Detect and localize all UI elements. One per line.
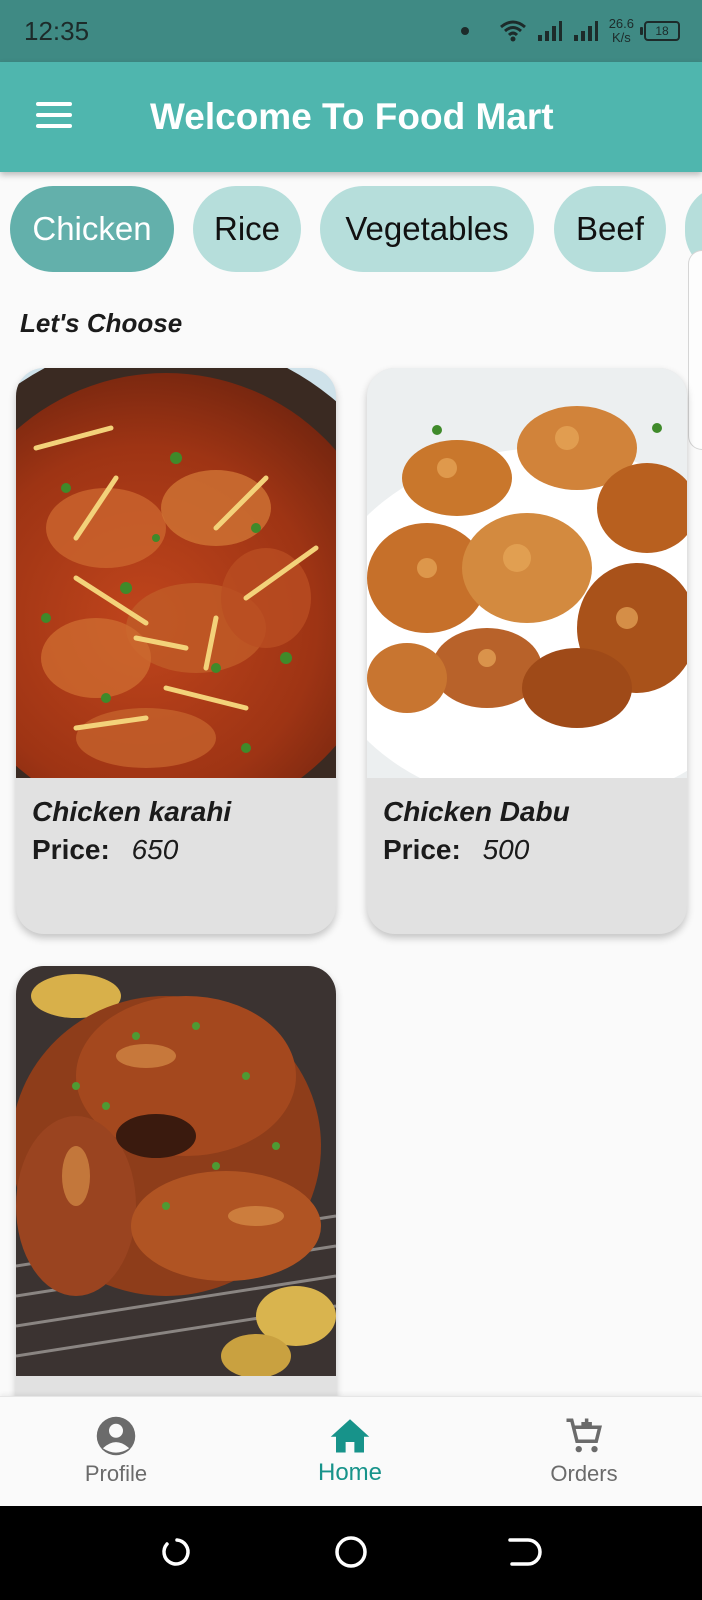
status-icons: 26.6 K/s 18 [460, 14, 680, 48]
product-name: Chicken karahi [32, 796, 232, 827]
recents-icon[interactable] [157, 1530, 201, 1574]
category-chip-rice[interactable]: Rice [193, 186, 301, 272]
network-speed-value: 26.6 [608, 16, 634, 31]
category-chip-chicken[interactable]: Chicken [10, 186, 174, 272]
price-value: 500 [482, 834, 530, 865]
price-label: Price: [32, 834, 110, 865]
price-value: 650 [131, 834, 179, 865]
battery-level: 18 [655, 24, 669, 38]
home-icon [330, 1419, 370, 1453]
nav-label: Home [317, 1459, 383, 1486]
battery-icon: 18 [640, 21, 680, 41]
nav-item-home[interactable]: Home [260, 1397, 440, 1507]
product-image [16, 966, 336, 1376]
product-price-row: Price: 500 [383, 834, 529, 866]
nav-item-profile[interactable]: Profile [26, 1397, 206, 1507]
price-label: Price: [383, 834, 461, 865]
product-image [367, 368, 687, 778]
category-chip-vegetables[interactable]: Vegetables [320, 186, 534, 272]
nav-label: Profile [84, 1461, 148, 1486]
notification-dot-icon [460, 27, 469, 35]
category-chips: Chicken Rice Vegetables Beef [0, 186, 702, 274]
side-panel-handle[interactable] [688, 250, 702, 450]
account-circle-icon [96, 1416, 136, 1456]
section-title: Let's Choose [20, 308, 183, 338]
product-card-chicken-karahi[interactable]: Chicken karahi Price: 650 [16, 368, 336, 934]
page-title: Welcome To Food Mart [150, 96, 554, 137]
status-bar: 12:35 26.6 K/s 18 [0, 0, 702, 62]
network-speed: 26.6 K/s [609, 17, 634, 45]
product-image [16, 368, 336, 778]
product-card-chicken-dabu[interactable]: Chicken Dabu Price: 500 [367, 368, 687, 934]
signal-icon [537, 21, 562, 41]
app-bar: Welcome To Food Mart [0, 62, 702, 172]
system-navigation-bar [0, 1506, 702, 1600]
product-name: Chicken Dabu [383, 796, 570, 827]
network-speed-unit: K/s [611, 30, 631, 45]
nav-item-orders[interactable]: Orders [494, 1397, 674, 1507]
product-price-row: Price: 650 [32, 834, 178, 866]
nav-label: Orders [550, 1461, 618, 1486]
cart-add-icon [566, 1418, 602, 1453]
home-circle-icon[interactable] [329, 1530, 373, 1574]
wifi-icon [499, 20, 526, 42]
signal-icon-2 [573, 21, 598, 41]
menu-icon[interactable] [36, 102, 74, 132]
bottom-navigation: Profile Home Orders [0, 1396, 702, 1506]
category-chip-beef[interactable]: Beef [554, 186, 666, 272]
back-icon[interactable] [502, 1530, 546, 1574]
status-time: 12:35 [24, 16, 90, 46]
